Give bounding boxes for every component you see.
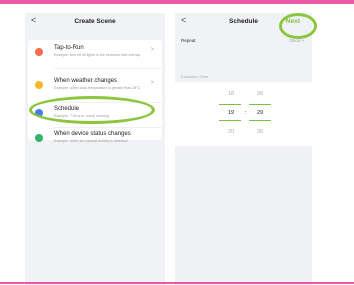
schedule-screen: < Schedule Next Repeat Once > Execution …: [175, 13, 312, 285]
hour-selected[interactable]: 19: [224, 110, 238, 116]
repeat-value: Once >: [289, 38, 304, 43]
repeat-label: Repeat: [181, 38, 196, 43]
chevron-right-icon: >: [301, 38, 304, 43]
time-separator: :: [245, 110, 247, 116]
next-button[interactable]: Next: [286, 18, 300, 25]
option-title: Schedule: [54, 106, 80, 112]
selection-line: [249, 120, 271, 121]
minute-selected[interactable]: 29: [253, 110, 267, 116]
hour-option[interactable]: 18: [224, 91, 238, 97]
chevron-right-icon: >: [150, 108, 154, 114]
clock-icon: [35, 109, 43, 117]
selection-line: [219, 120, 241, 121]
device-icon: [35, 134, 43, 142]
chevron-right-icon: >: [150, 80, 154, 86]
option-weather-changes[interactable]: When weather changes Example: when local…: [28, 75, 162, 99]
nav-bar: < Schedule Next: [175, 13, 312, 33]
page-title: Create Scene: [74, 18, 116, 25]
sun-icon: [35, 81, 43, 89]
minute-option[interactable]: 28: [253, 91, 267, 97]
empty-area: [175, 147, 312, 285]
chevron-right-icon: >: [150, 47, 154, 53]
option-subtitle: Example: turn off all lights in the bedr…: [54, 53, 141, 57]
time-picker[interactable]: 18 19 20 : 28 29 30: [175, 82, 312, 146]
selection-line: [249, 104, 271, 105]
hand-tap-icon: [35, 48, 43, 56]
divider: [54, 68, 162, 69]
option-title: Tap-to-Run: [54, 45, 84, 51]
selection-line: [219, 104, 241, 105]
minute-option[interactable]: 30: [253, 129, 267, 135]
option-schedule[interactable]: Schedule Example: 7:00 a.m. every mornin…: [28, 103, 162, 127]
option-tap-to-run[interactable]: Tap-to-Run Example: turn off all lights …: [28, 42, 162, 66]
option-title: When device status changes: [54, 131, 131, 137]
option-subtitle: Example: when local temperature is great…: [54, 86, 141, 90]
create-scene-screen: < Create Scene Tap-to-Run Example: turn …: [25, 13, 165, 285]
option-subtitle: Example: when an unusual activity is det…: [54, 139, 128, 143]
repeat-row[interactable]: Repeat Once >: [175, 35, 312, 49]
option-title: When weather changes: [54, 78, 118, 84]
option-device-status-changes[interactable]: When device status changes Example: when…: [28, 128, 162, 152]
execution-time-label: Execution Time: [181, 74, 209, 79]
nav-bar: < Create Scene: [25, 13, 165, 33]
top-border: [0, 0, 354, 4]
option-subtitle: Example: 7:00 a.m. every morning: [54, 114, 109, 118]
hour-option[interactable]: 20: [224, 129, 238, 135]
scene-options-card: Tap-to-Run Example: turn off all lights …: [28, 40, 162, 143]
